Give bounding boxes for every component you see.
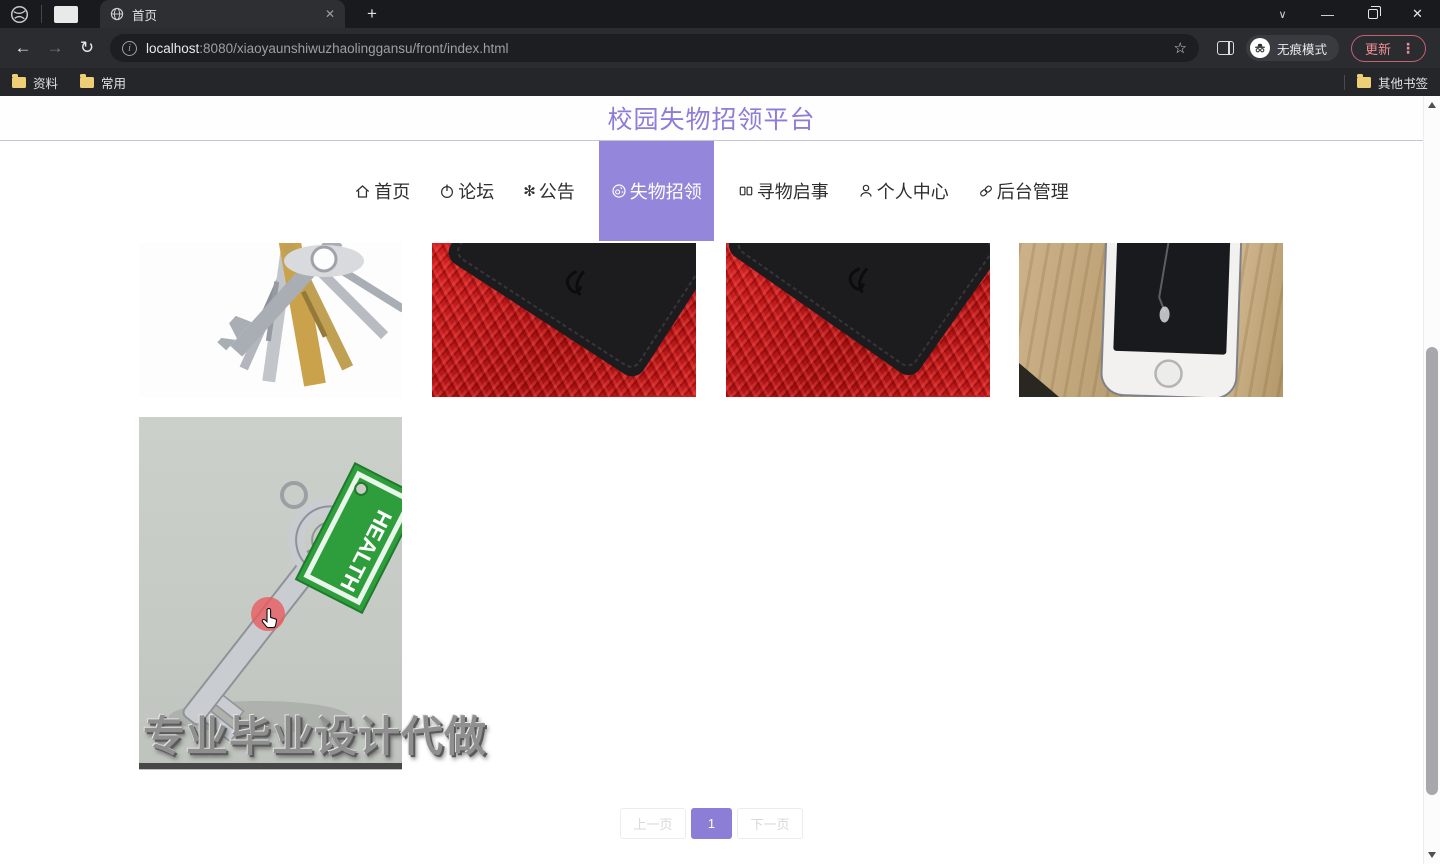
menu-dots-icon[interactable]: ⋮ — [1401, 40, 1415, 57]
forum-icon — [441, 184, 454, 199]
site-info-icon[interactable]: i — [122, 40, 137, 56]
window-controls: ∨ — ✕ — [1260, 0, 1440, 28]
nav-label: 失物招领 — [629, 182, 702, 202]
item-card-keys[interactable] — [139, 243, 402, 397]
phone-photo — [1019, 243, 1243, 397]
wallet-photo — [448, 243, 696, 377]
watermark-text: 专业毕业设计代做 — [143, 713, 488, 760]
page-title: 校园失物招领平台 — [607, 106, 816, 134]
nav-label: 论坛 — [458, 182, 495, 202]
keys-photo — [139, 243, 402, 397]
tab-favicon-globe-icon — [110, 7, 124, 21]
browser-tab[interactable]: 首页 ✕ — [100, 0, 345, 28]
update-label: 更新 — [1364, 41, 1391, 57]
browser-toolbar: ← → ↻ i localhost:8080/xiaoyaunshiwuzhao… — [0, 28, 1440, 68]
item-card-phone[interactable] — [1019, 243, 1283, 397]
url-path: :8080/xiaoyaunshiwuzhaolinggansu/front/i… — [199, 40, 509, 56]
scrollbar-down-icon[interactable] — [1428, 852, 1436, 858]
home-icon — [356, 184, 370, 198]
bookmark-item[interactable]: 资料 — [12, 73, 58, 92]
seek-notice-icon — [739, 186, 753, 196]
reload-button[interactable]: ↻ — [72, 33, 102, 63]
scrollbar-up-icon[interactable] — [1428, 102, 1436, 108]
bookmark-item[interactable]: 常用 — [80, 73, 126, 92]
nav-item-forum[interactable]: 论坛 — [434, 141, 499, 241]
url-host: localhost — [146, 40, 200, 56]
incognito-badge: 无痕模式 — [1245, 35, 1339, 61]
folder-icon — [12, 74, 26, 88]
tab-search-chevron-icon[interactable]: ∨ — [1260, 0, 1305, 28]
hand-cursor-icon — [261, 608, 278, 629]
close-window-button[interactable]: ✕ — [1395, 0, 1440, 28]
update-button[interactable]: 更新 ⋮ — [1350, 34, 1426, 62]
nav-item-user-center[interactable]: 个人中心 — [853, 141, 954, 241]
click-highlight — [251, 597, 285, 631]
lost-found-icon — [612, 184, 626, 198]
new-tab-button[interactable]: + — [359, 4, 385, 24]
restore-button[interactable] — [1350, 0, 1395, 28]
folder-icon — [1356, 74, 1371, 88]
tab-close-icon[interactable]: ✕ — [325, 7, 335, 21]
admin-link-icon — [979, 185, 992, 197]
other-bookmarks-label: 其他书签 — [1377, 76, 1428, 91]
bookmarks-bar: 资料 常用 其他书签 — [0, 68, 1440, 96]
nav-item-seek-notice[interactable]: 寻物启事 — [733, 141, 834, 241]
site-header: 校园失物招领平台 — [0, 96, 1423, 141]
scrollbar[interactable] — [1423, 96, 1440, 864]
announcement-icon: ✻ — [523, 182, 536, 200]
web-page: 校园失物招领平台 首页 论坛 ✻ 公告 失物招领 寻物启事 个人中心 后台管理 … — [0, 96, 1423, 864]
pagination: 上一页 1 下一页 — [0, 808, 1423, 839]
bookmark-label: 常用 — [101, 76, 127, 91]
user-icon — [860, 184, 872, 197]
forward-button[interactable]: → — [40, 33, 70, 63]
item-card-wallet[interactable] — [726, 243, 990, 397]
browser-tabstrip: 首页 ✕ + ∨ — ✕ — [0, 0, 1440, 28]
incognito-label: 无痕模式 — [1276, 42, 1327, 57]
folder-icon — [80, 74, 95, 88]
browser-logo-icon — [10, 5, 29, 23]
other-bookmarks-button[interactable]: 其他书签 — [1356, 73, 1428, 92]
incognito-icon — [1249, 38, 1270, 58]
tab-title: 首页 — [132, 8, 158, 23]
nav-label: 首页 — [374, 182, 411, 202]
main-nav: 首页 论坛 ✻ 公告 失物招领 寻物启事 个人中心 后台管理 — [0, 141, 1423, 241]
bookmark-star-icon[interactable]: ☆ — [1174, 39, 1187, 57]
divider — [41, 5, 42, 23]
nav-label: 寻物启事 — [756, 182, 829, 202]
nav-label: 后台管理 — [996, 182, 1069, 202]
nav-label: 公告 — [538, 182, 575, 202]
nav-label: 个人中心 — [876, 182, 949, 202]
url-text: localhost:8080/xiaoyaunshiwuzhaolinggans… — [146, 41, 1165, 56]
back-button[interactable]: ← — [8, 33, 38, 63]
side-panel-icon[interactable] — [1216, 41, 1234, 55]
prev-page-button[interactable]: 上一页 — [620, 808, 686, 839]
window-preview-icon[interactable] — [54, 5, 78, 23]
current-page-button[interactable]: 1 — [691, 808, 732, 839]
nav-item-home[interactable]: 首页 — [349, 141, 415, 241]
divider — [1343, 74, 1345, 90]
bookmark-label: 资料 — [33, 76, 59, 91]
next-page-button[interactable]: 下一页 — [737, 808, 803, 839]
scrollbar-thumb[interactable] — [1426, 347, 1438, 795]
wallet-photo — [728, 243, 990, 376]
restore-icon — [1367, 6, 1381, 19]
nav-item-lost-found[interactable]: 失物招领 — [598, 141, 714, 241]
screen: 首页 ✕ + ∨ — ✕ ← → ↻ i localhost:8080/xiao… — [0, 0, 1440, 864]
minimize-button[interactable]: — — [1305, 0, 1350, 28]
item-card-wallet[interactable] — [432, 243, 696, 397]
nav-item-announcements[interactable]: ✻ 公告 — [518, 141, 580, 241]
address-bar[interactable]: i localhost:8080/xiaoyaunshiwuzhaolingga… — [110, 34, 1199, 62]
nav-item-admin[interactable]: 后台管理 — [973, 141, 1074, 241]
